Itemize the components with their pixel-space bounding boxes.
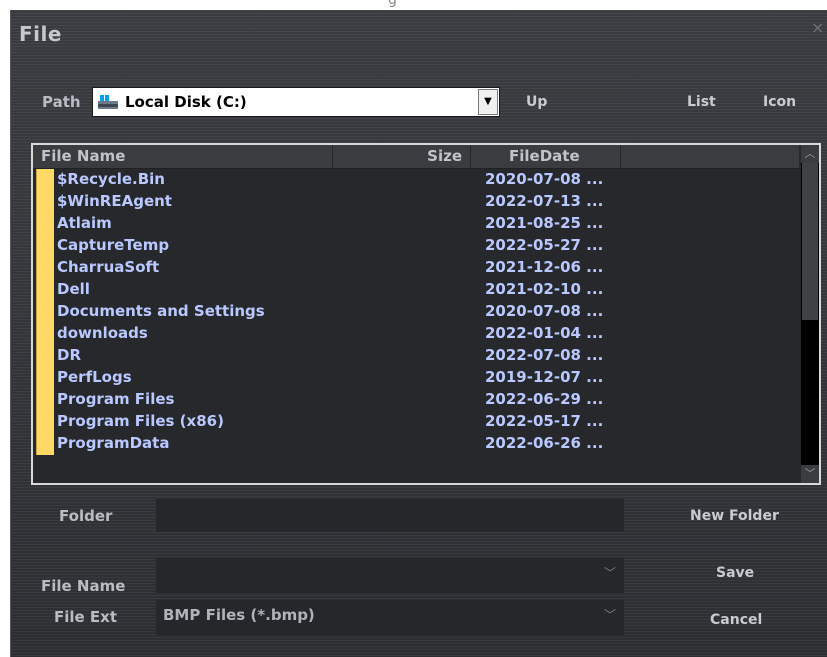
folder-icon (36, 301, 54, 323)
file-date: 2021-08-25 ... (485, 214, 604, 232)
file-date: 2021-02-10 ... (485, 280, 604, 298)
top-strip: g (0, 0, 827, 10)
file-list-header: File Name Size FileDate (33, 145, 799, 169)
list-item[interactable]: $Recycle.Bin 2020-07-08 ... (33, 169, 799, 191)
list-item[interactable]: Documents and Settings 2020-07-08 ... (33, 301, 799, 323)
file-ext-value: BMP Files (*.bmp) (163, 606, 315, 624)
list-item[interactable]: Program Files (x86) 2022-05-17 ... (33, 411, 799, 433)
file-name: PerfLogs (57, 368, 132, 386)
list-item[interactable]: Program Files 2022-06-29 ... (33, 389, 799, 411)
folder-icon (36, 235, 54, 257)
file-list-rows: $Recycle.Bin 2020-07-08 ... $WinREAgent 20… (33, 169, 799, 455)
vertical-scrollbar[interactable]: ︿ ﹀ (801, 145, 819, 483)
dialog-title: File (19, 22, 62, 46)
list-item[interactable]: Atlaim 2021-08-25 ... (33, 213, 799, 235)
file-name: Atlaim (57, 214, 112, 232)
folder-icon (36, 345, 54, 367)
folder-icon (36, 257, 54, 279)
scroll-up-icon[interactable]: ︿ (801, 145, 819, 163)
path-value: Local Disk (C:) (125, 93, 247, 111)
cancel-button[interactable]: Cancel (710, 612, 762, 628)
icon-view-button[interactable]: Icon (763, 94, 796, 110)
folder-icon (36, 411, 54, 433)
column-header-file-date[interactable]: FileDate (471, 145, 621, 168)
file-name: CaptureTemp (57, 236, 170, 254)
folder-input[interactable] (156, 499, 624, 532)
file-date: 2022-05-17 ... (485, 412, 604, 430)
list-item[interactable]: PerfLogs 2019-12-07 ... (33, 367, 799, 389)
top-caption: g (388, 0, 397, 8)
list-item[interactable]: Dell 2021-02-10 ... (33, 279, 799, 301)
scrollbar-track[interactable] (801, 163, 819, 465)
file-name: Program Files (x86) (57, 412, 224, 430)
list-item[interactable]: CharruaSoft 2021-12-06 ... (33, 257, 799, 279)
path-label: Path (42, 93, 81, 111)
file-name: Dell (57, 280, 90, 298)
close-icon[interactable]: × (811, 18, 824, 37)
file-name: Documents and Settings (57, 302, 265, 320)
scroll-down-icon[interactable]: ﹀ (801, 465, 819, 483)
file-date: 2022-07-13 ... (485, 192, 604, 210)
file-dialog: File × Path Local Disk (C:) ▼ Up List Ic… (10, 10, 827, 657)
column-header-file-name[interactable]: File Name (33, 145, 333, 168)
folder-icon (36, 367, 54, 389)
file-name: Program Files (57, 390, 175, 408)
list-item[interactable]: CaptureTemp 2022-05-27 ... (33, 235, 799, 257)
path-dropdown[interactable]: Local Disk (C:) ▼ (92, 87, 500, 117)
file-name: $Recycle.Bin (57, 170, 165, 188)
file-date: 2021-12-06 ... (485, 258, 604, 276)
file-date: 2020-07-08 ... (485, 170, 604, 188)
folder-icon (36, 213, 54, 235)
file-ext-label: File Ext (54, 608, 118, 626)
chevron-down-icon[interactable]: ﹀ (604, 606, 616, 623)
file-name: DR (57, 346, 82, 364)
file-date: 2022-06-29 ... (485, 390, 604, 408)
file-date: 2022-05-27 ... (485, 236, 604, 254)
up-button[interactable]: Up (526, 94, 547, 110)
file-list[interactable]: File Name Size FileDate $Recycle.Bin 2020… (31, 143, 821, 485)
list-item[interactable]: DR 2022-07-08 ... (33, 345, 799, 367)
list-item[interactable]: downloads 2022-01-04 ... (33, 323, 799, 345)
file-name: downloads (57, 324, 148, 342)
chevron-down-icon[interactable]: ﹀ (604, 564, 616, 581)
file-name: $WinREAgent (57, 192, 172, 210)
folder-icon (36, 169, 54, 191)
list-item[interactable]: ProgramData 2022-06-26 ... (33, 433, 799, 455)
folder-icon (36, 191, 54, 213)
drive-icon (98, 95, 118, 109)
save-button[interactable]: Save (716, 565, 754, 581)
folder-label: Folder (59, 507, 113, 525)
folder-icon (36, 389, 54, 411)
file-ext-select[interactable]: BMP Files (*.bmp) ﹀ (156, 600, 624, 635)
column-header-size[interactable]: Size (333, 145, 471, 168)
path-dropdown-button[interactable]: ▼ (478, 89, 498, 115)
new-folder-button[interactable]: New Folder (690, 508, 779, 524)
list-view-button[interactable]: List (687, 94, 716, 110)
file-date: 2020-07-08 ... (485, 302, 604, 320)
file-date: 2019-12-07 ... (485, 368, 604, 386)
file-name-input[interactable]: ﹀ (156, 558, 624, 593)
folder-icon (36, 433, 54, 455)
file-date: 2022-01-04 ... (485, 324, 604, 342)
file-name: ProgramData (57, 434, 170, 452)
file-date: 2022-07-08 ... (485, 346, 604, 364)
file-name-label: File Name (41, 577, 126, 595)
folder-icon (36, 279, 54, 301)
list-item[interactable]: $WinREAgent 2022-07-13 ... (33, 191, 799, 213)
folder-icon (36, 323, 54, 345)
scrollbar-thumb[interactable] (802, 163, 818, 320)
file-name: CharruaSoft (57, 258, 160, 276)
file-date: 2022-06-26 ... (485, 434, 604, 452)
